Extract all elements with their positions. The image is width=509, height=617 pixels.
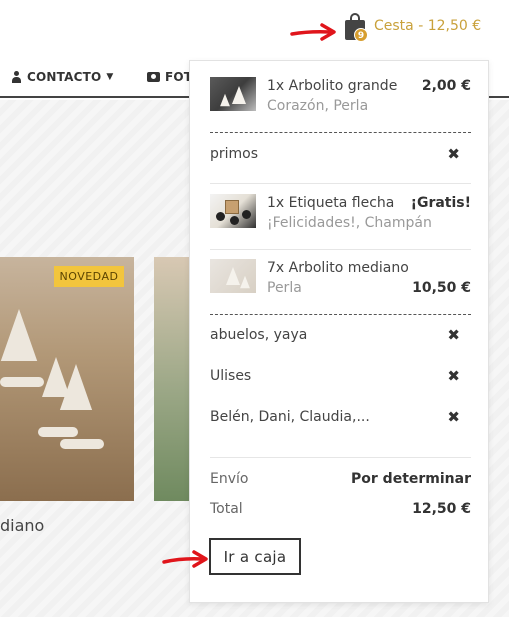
- total-row: Total 12,50 €: [210, 501, 471, 517]
- remove-icon[interactable]: ✖: [447, 367, 460, 385]
- tree-stand: [0, 377, 44, 387]
- item-title: 1x Arbolito grande: [267, 78, 398, 94]
- item-thumbnail: [210, 77, 256, 111]
- item-title: 7x Arbolito mediano: [267, 260, 409, 276]
- tree-figure: [0, 309, 38, 361]
- new-badge: NOVEDAD: [54, 266, 124, 287]
- tree-stand: [60, 439, 104, 449]
- remove-icon[interactable]: ✖: [447, 326, 460, 344]
- item-title: 1x Etiqueta flecha: [267, 195, 395, 211]
- cart-dropdown: 1x Arbolito grande Corazón, Perla 2,00 €…: [189, 60, 489, 603]
- total-label: Total: [210, 501, 243, 517]
- product-image-arbolito[interactable]: [0, 257, 134, 501]
- item-divider: [210, 132, 471, 133]
- product-image-2[interactable]: [154, 257, 194, 501]
- item-price: ¡Gratis!: [410, 195, 471, 211]
- item-options: ¡Felicidades!, Champán: [267, 215, 432, 231]
- item-thumbnail: [210, 259, 256, 293]
- item-price: 10,50 €: [412, 280, 471, 296]
- item-thumbnail: [210, 194, 256, 228]
- personalization-note: Ulises: [210, 368, 252, 384]
- shipping-value: Por determinar: [351, 471, 471, 487]
- remove-icon[interactable]: ✖: [447, 145, 460, 163]
- cart-item[interactable]: 1x Arbolito grande Corazón, Perla 2,00 €: [210, 77, 471, 121]
- summary-divider: [210, 457, 471, 458]
- product-name[interactable]: diano: [0, 516, 44, 535]
- camera-icon: [147, 72, 160, 82]
- nav-item-contacto[interactable]: CONTACTO ▼: [11, 70, 114, 84]
- personalization-note: Belén, Dani, Claudia,...: [210, 409, 370, 425]
- item-options: Corazón, Perla: [267, 98, 369, 114]
- remove-icon[interactable]: ✖: [447, 408, 460, 426]
- checkout-button[interactable]: Ir a caja: [209, 538, 301, 575]
- cart-item[interactable]: 7x Arbolito mediano Perla 10,50 €: [210, 258, 471, 302]
- item-divider: [210, 183, 471, 184]
- cart-label: Cesta - 12,50 €: [374, 18, 482, 34]
- shipping-label: Envío: [210, 471, 249, 487]
- nav-label: CONTACTO: [27, 70, 102, 84]
- personalization-note: primos: [210, 146, 259, 162]
- person-icon: [11, 71, 22, 83]
- item-options: Perla: [267, 280, 302, 296]
- chevron-down-icon: ▼: [106, 72, 114, 82]
- shipping-row: Envío Por determinar: [210, 471, 471, 487]
- nav-item-fotos[interactable]: FOT: [147, 70, 192, 84]
- cart-link[interactable]: 9 Cesta - 12,50 €: [344, 12, 482, 42]
- cart-count-badge: 9: [354, 28, 368, 42]
- red-arrow-icon: [162, 550, 208, 568]
- personalization-note: abuelos, yaya: [210, 327, 308, 343]
- item-divider: [210, 249, 471, 250]
- tree-stand: [38, 427, 78, 437]
- shopping-bag-icon: 9: [344, 12, 368, 42]
- item-price: 2,00 €: [421, 78, 471, 94]
- cart-item[interactable]: 1x Etiqueta flecha ¡Felicidades!, Champá…: [210, 193, 471, 237]
- total-value: 12,50 €: [412, 501, 471, 517]
- item-divider: [210, 314, 471, 315]
- red-arrow-icon: [290, 23, 336, 41]
- tree-figure: [59, 364, 93, 410]
